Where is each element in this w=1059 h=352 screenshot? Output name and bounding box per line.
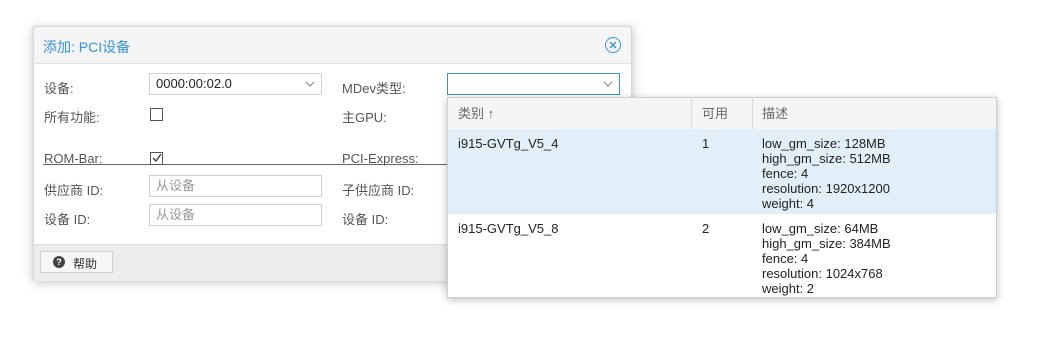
- row-description-cell: low_gm_size: 64MB high_gm_size: 384MB fe…: [762, 221, 891, 296]
- help-label: 帮助: [73, 257, 98, 271]
- device-select[interactable]: 0000:00:02.0: [149, 73, 322, 95]
- row-type-cell: i915-GVTg_V5_8: [458, 221, 559, 236]
- vendor-id-label: 供应商 ID:: [44, 183, 104, 198]
- device-id-input[interactable]: 从设备: [149, 204, 322, 226]
- mdev-type-label: MDev类型:: [342, 81, 406, 96]
- check-icon: [152, 153, 162, 163]
- dialog-title: 添加: PCI设备: [43, 39, 131, 55]
- device-select-value: 0000:00:02.0: [156, 76, 232, 91]
- row-available-cell: 1: [702, 136, 710, 151]
- pci-express-label: PCI-Express:: [342, 151, 419, 166]
- device-id-placeholder: 从设备: [156, 207, 196, 222]
- vendor-id-placeholder: 从设备: [156, 178, 196, 193]
- mdev-type-dropdown: 类别 ↑ 可用 描述 i915-GVTg_V5_4 1 low_gm_size:…: [447, 97, 997, 298]
- description-line: weight: 4: [762, 196, 815, 211]
- description-line: low_gm_size: 64MB: [762, 221, 879, 236]
- table-row[interactable]: i915-GVTg_V5_4 1 low_gm_size: 128MB high…: [448, 129, 996, 214]
- column-separator: [752, 98, 753, 129]
- description-line: resolution: 1920x1200: [762, 181, 890, 196]
- all-functions-checkbox[interactable]: [150, 108, 163, 121]
- row-type-cell: i915-GVTg_V5_4: [458, 136, 559, 151]
- vendor-id-input[interactable]: 从设备: [149, 175, 322, 197]
- description-line: fence: 4: [762, 166, 809, 181]
- column-separator: [691, 98, 692, 129]
- all-functions-label: 所有功能:: [44, 110, 100, 125]
- chevron-down-icon: [305, 81, 315, 87]
- question-icon: ?: [53, 256, 65, 268]
- column-header-type[interactable]: 类别 ↑: [458, 98, 494, 129]
- rom-bar-checkbox[interactable]: [150, 152, 163, 165]
- row-description-cell: low_gm_size: 128MB high_gm_size: 512MB f…: [762, 136, 891, 211]
- description-line: fence: 4: [762, 251, 809, 266]
- mdev-type-select[interactable]: [447, 73, 620, 95]
- grid-header: 类别 ↑ 可用 描述: [448, 98, 996, 130]
- subvendor-id-label: 子供应商 ID:: [342, 183, 415, 198]
- dialog-header: 添加: PCI设备: [34, 27, 631, 64]
- rom-bar-label: ROM-Bar:: [44, 151, 103, 166]
- column-header-description[interactable]: 描述: [762, 98, 788, 129]
- device-id-label: 设备 ID:: [44, 212, 91, 227]
- table-row[interactable]: i915-GVTg_V5_8 2 low_gm_size: 64MB high_…: [448, 214, 996, 298]
- device-label: 设备:: [44, 81, 74, 96]
- chevron-down-icon: [603, 81, 613, 87]
- description-line: high_gm_size: 384MB: [762, 236, 891, 251]
- row-available-cell: 2: [702, 221, 710, 236]
- subdevice-id-label: 设备 ID:: [342, 212, 389, 227]
- description-line: weight: 2: [762, 281, 815, 296]
- close-icon[interactable]: [605, 37, 621, 53]
- description-line: high_gm_size: 512MB: [762, 151, 891, 166]
- description-line: low_gm_size: 128MB: [762, 136, 886, 151]
- primary-gpu-label: 主GPU:: [342, 110, 387, 125]
- help-button[interactable]: ? 帮助: [40, 251, 113, 273]
- description-line: resolution: 1024x768: [762, 266, 883, 281]
- column-header-available[interactable]: 可用: [702, 98, 728, 129]
